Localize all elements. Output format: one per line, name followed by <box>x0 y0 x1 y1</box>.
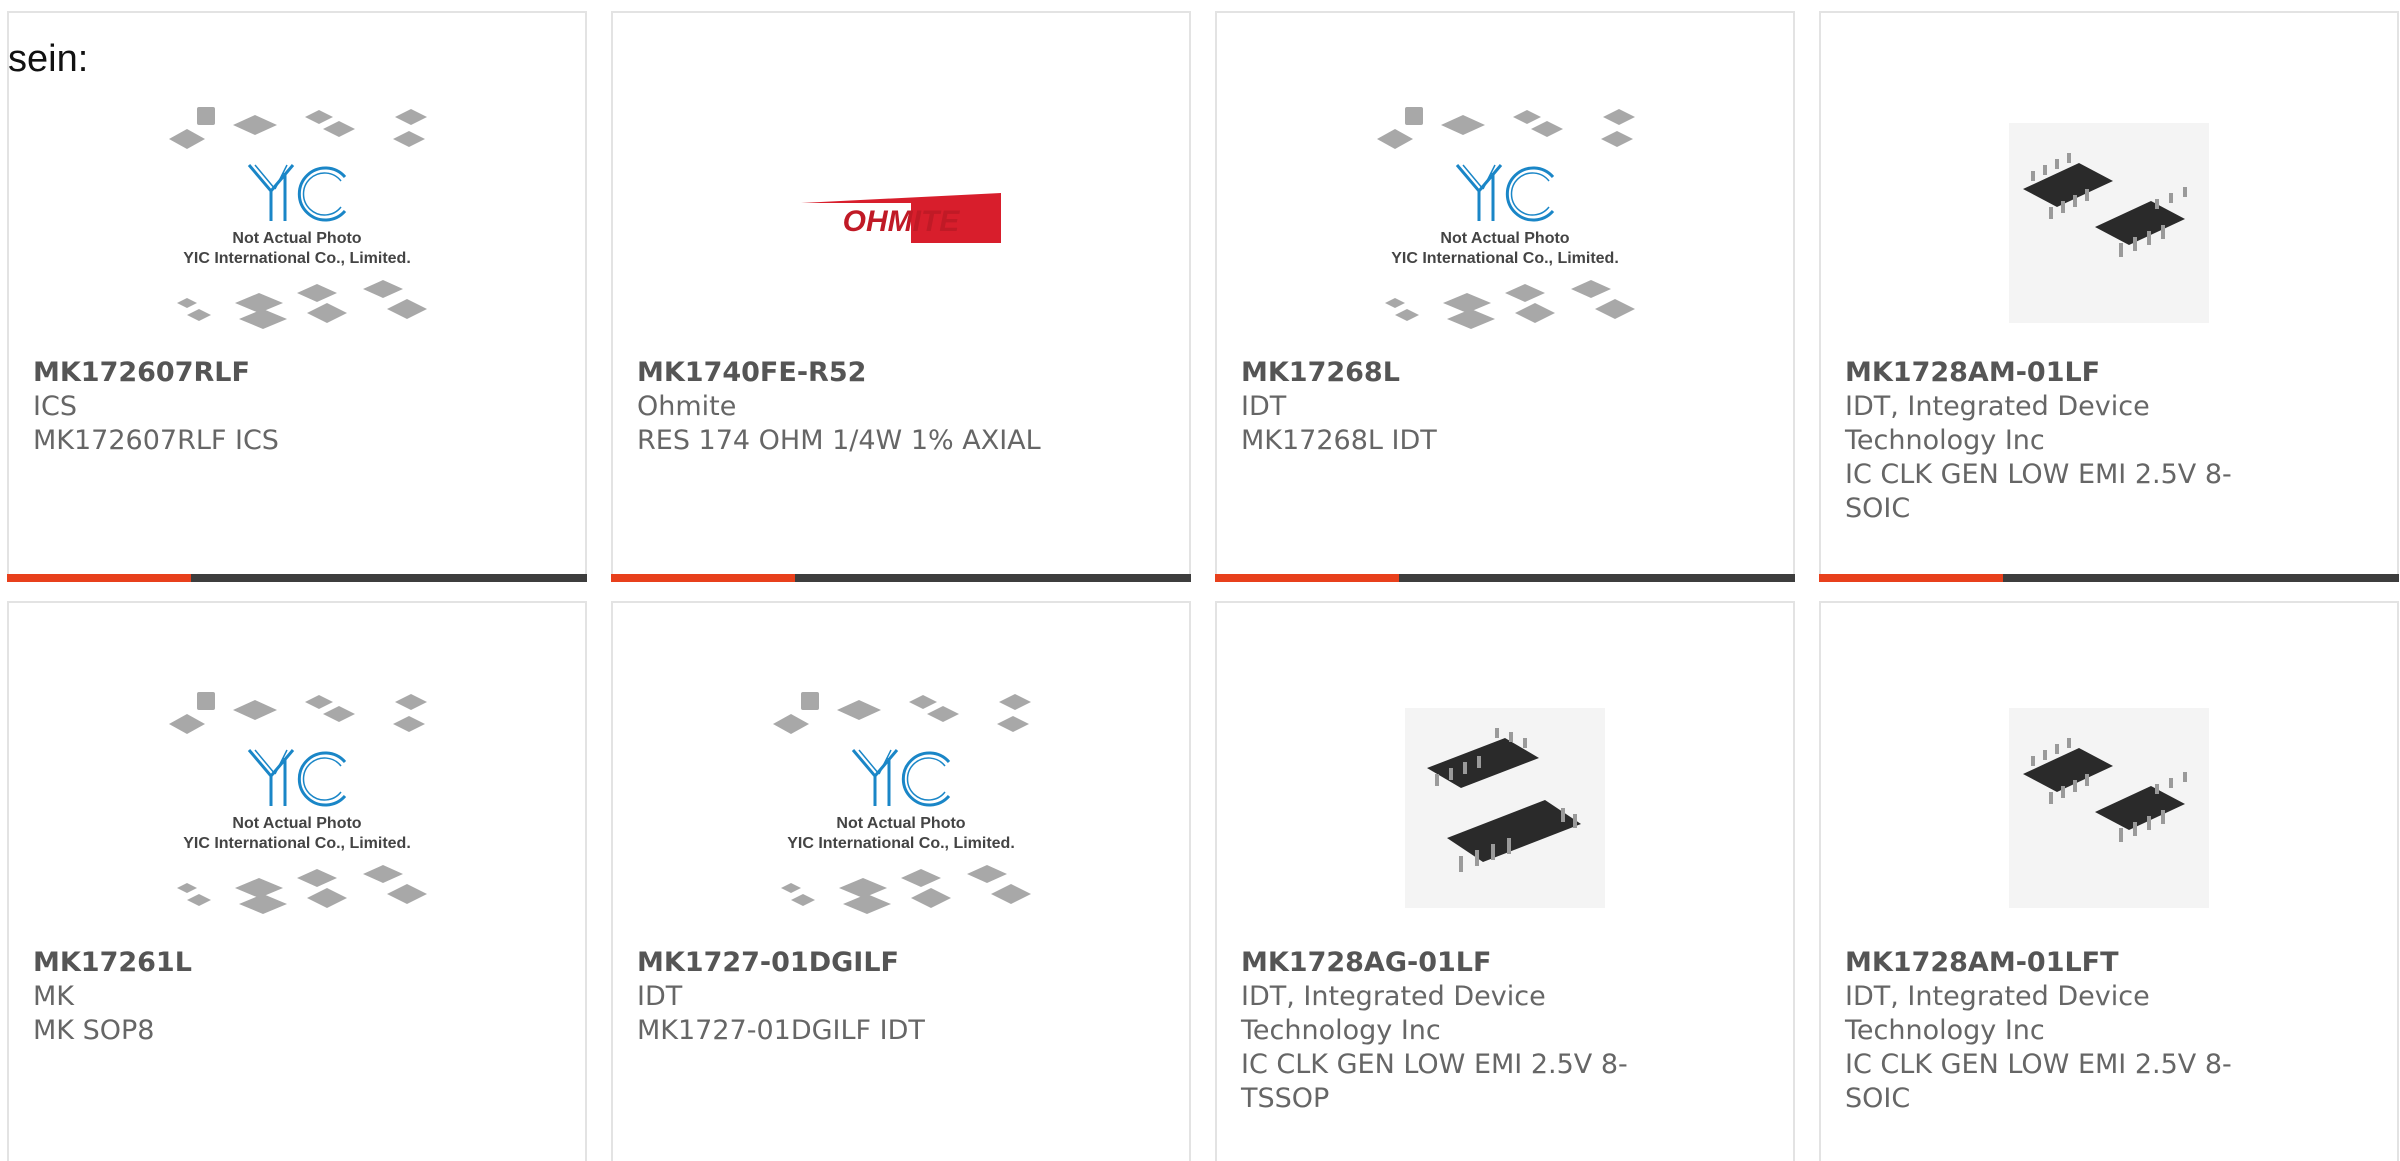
card-footer-bar <box>7 574 587 582</box>
manufacturer-label: Technology Inc <box>1845 425 2045 456</box>
part-number-link[interactable]: MK1728AG-01LF <box>1241 946 1753 980</box>
manufacturer-label: Technology Inc <box>1845 1015 2045 1046</box>
product-info: MK17268L IDT MK17268L IDT <box>1241 356 1753 458</box>
description-label: MK17268L IDT <box>1241 425 1437 456</box>
part-number-link[interactable]: MK172607RLF <box>33 356 545 390</box>
manufacturer-label: MK <box>33 981 75 1012</box>
svg-text:YIC International Co., Limited: YIC International Co., Limited. <box>787 835 1015 852</box>
product-image[interactable] <box>1821 93 2397 353</box>
manufacturer-label: IDT, Integrated Device <box>1845 391 2150 422</box>
manufacturer-label: IDT <box>1241 391 1287 422</box>
product-grid-page: sein: Not Actual Photo YIC International… <box>0 0 2400 1161</box>
card-footer-bar <box>1215 574 1795 582</box>
product-card[interactable]: Not Actual Photo YIC International Co., … <box>611 601 1191 1161</box>
part-number-link[interactable]: MK1727-01DGILF <box>637 946 1149 980</box>
part-number-link[interactable]: MK1728AM-01LFT <box>1845 946 2357 980</box>
soic-8-chip-image <box>2009 123 2209 323</box>
description-label: IC CLK GEN LOW EMI 2.5V 8- <box>1845 1049 2232 1080</box>
svg-text:YIC International Co., Limited: YIC International Co., Limited. <box>1391 250 1619 267</box>
svg-text:Not Actual Photo: Not Actual Photo <box>1440 230 1569 247</box>
yic-placeholder-image: Not Actual Photo YIC International Co., … <box>773 692 1031 914</box>
product-info: MK17261L MK MK SOP8 <box>33 946 545 1048</box>
description-label: SOIC <box>1845 1083 1911 1114</box>
product-image[interactable]: Not Actual Photo YIC International Co., … <box>613 678 1189 938</box>
description-label: SOIC <box>1845 493 1911 524</box>
product-card[interactable]: Not Actual Photo YIC International Co., … <box>1215 11 1795 582</box>
manufacturer-label: Ohmite <box>637 391 737 422</box>
product-card[interactable]: OHMITE MK1740FE-R52 Ohmite RES 174 OHM 1… <box>611 11 1191 582</box>
accent-bar <box>1819 574 2003 582</box>
product-info: MK1728AG-01LF IDT, Integrated Device Tec… <box>1241 946 1753 1116</box>
product-image[interactable]: OHMITE <box>613 93 1189 353</box>
svg-text:Not Actual Photo: Not Actual Photo <box>232 230 361 247</box>
svg-text:YIC International Co., Limited: YIC International Co., Limited. <box>183 835 411 852</box>
accent-bar <box>1215 574 1399 582</box>
product-image[interactable] <box>1821 678 2397 938</box>
part-number-link[interactable]: MK1740FE-R52 <box>637 356 1149 390</box>
svg-text:OHMITE: OHMITE <box>843 205 961 238</box>
product-info: MK1728AM-01LF IDT, Integrated Device Tec… <box>1845 356 2357 526</box>
tssop-8-chip-image <box>1405 708 1605 908</box>
product-info: MK172607RLF ICS MK172607RLF ICS <box>33 356 545 458</box>
product-card[interactable]: MK1728AM-01LFT IDT, Integrated Device Te… <box>1819 601 2399 1161</box>
product-image[interactable] <box>1217 678 1793 938</box>
svg-text:Not Actual Photo: Not Actual Photo <box>232 815 361 832</box>
svg-text:YIC International Co., Limited: YIC International Co., Limited. <box>183 250 411 267</box>
description-label: MK172607RLF ICS <box>33 425 279 456</box>
product-card[interactable]: Not Actual Photo YIC International Co., … <box>7 601 587 1161</box>
part-number-link[interactable]: MK17268L <box>1241 356 1753 390</box>
part-number-link[interactable]: MK17261L <box>33 946 545 980</box>
product-image[interactable]: Not Actual Photo YIC International Co., … <box>9 93 585 353</box>
product-card[interactable]: Not Actual Photo YIC International Co., … <box>7 11 587 582</box>
description-label: TSSOP <box>1241 1083 1330 1114</box>
yic-placeholder-image: Not Actual Photo YIC International Co., … <box>169 692 427 914</box>
product-card[interactable]: MK1728AG-01LF IDT, Integrated Device Tec… <box>1215 601 1795 1161</box>
accent-bar <box>7 574 191 582</box>
product-info: MK1728AM-01LFT IDT, Integrated Device Te… <box>1845 946 2357 1116</box>
description-label: RES 174 OHM 1/4W 1% AXIAL <box>637 425 1041 456</box>
yic-placeholder-image: Not Actual Photo YIC International Co., … <box>169 107 427 329</box>
ohmite-logo-image: OHMITE <box>801 193 1001 243</box>
manufacturer-label: IDT, Integrated Device <box>1241 981 1546 1012</box>
soic-8-chip-image <box>2009 708 2209 908</box>
product-card[interactable]: MK1728AM-01LF IDT, Integrated Device Tec… <box>1819 11 2399 582</box>
product-image[interactable]: Not Actual Photo YIC International Co., … <box>9 678 585 938</box>
description-label: IC CLK GEN LOW EMI 2.5V 8- <box>1241 1049 1628 1080</box>
description-label: MK1727-01DGILF IDT <box>637 1015 925 1046</box>
manufacturer-label: ICS <box>33 391 77 422</box>
manufacturer-label: Technology Inc <box>1241 1015 1441 1046</box>
yic-placeholder-image: Not Actual Photo YIC International Co., … <box>1377 107 1635 329</box>
accent-bar <box>611 574 795 582</box>
svg-text:Not Actual Photo: Not Actual Photo <box>836 815 965 832</box>
product-info: MK1727-01DGILF IDT MK1727-01DGILF IDT <box>637 946 1149 1048</box>
part-number-link[interactable]: MK1728AM-01LF <box>1845 356 2357 390</box>
section-heading: sein: <box>8 38 89 80</box>
manufacturer-label: IDT <box>637 981 683 1012</box>
card-footer-bar <box>611 574 1191 582</box>
description-label: IC CLK GEN LOW EMI 2.5V 8- <box>1845 459 2232 490</box>
product-info: MK1740FE-R52 Ohmite RES 174 OHM 1/4W 1% … <box>637 356 1149 458</box>
product-image[interactable]: Not Actual Photo YIC International Co., … <box>1217 93 1793 353</box>
manufacturer-label: IDT, Integrated Device <box>1845 981 2150 1012</box>
description-label: MK SOP8 <box>33 1015 155 1046</box>
card-footer-bar <box>1819 574 2399 582</box>
